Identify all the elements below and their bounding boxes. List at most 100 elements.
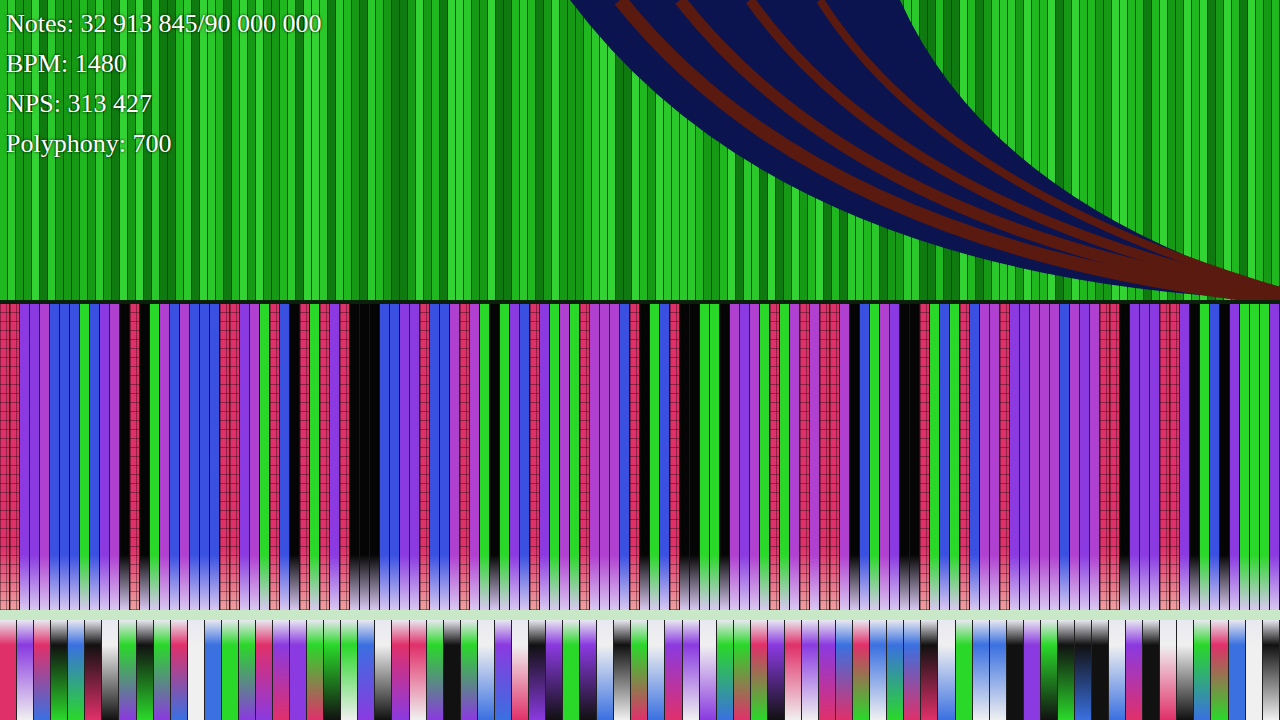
piano-key[interactable] [1229,620,1246,720]
piano-key[interactable] [921,620,938,720]
note-column [880,304,890,610]
piano-key[interactable] [717,620,734,720]
piano-key[interactable] [1058,620,1075,720]
piano-key[interactable] [341,620,358,720]
note-column [300,304,310,610]
piano-key[interactable] [461,620,478,720]
note-lane [1216,0,1224,300]
piano-key[interactable] [648,620,665,720]
piano-key[interactable] [904,620,921,720]
piano-key[interactable] [375,620,392,720]
piano-key[interactable] [119,620,136,720]
piano-key[interactable] [1007,620,1024,720]
piano-key[interactable] [1160,620,1177,720]
piano-key[interactable] [34,620,51,720]
note-column [600,304,610,610]
piano-key[interactable] [785,620,802,720]
piano-key[interactable] [683,620,700,720]
note-column [500,304,510,610]
piano-key[interactable] [154,620,171,720]
piano-key[interactable] [239,620,256,720]
piano-key[interactable] [256,620,273,720]
piano-key[interactable] [563,620,580,720]
piano-key[interactable] [529,620,546,720]
piano-key[interactable] [1041,620,1058,720]
piano-key[interactable] [700,620,717,720]
note-lane [600,0,608,300]
piano-key[interactable] [631,620,648,720]
note-column [1150,304,1160,610]
piano-key[interactable] [1024,620,1041,720]
note-lane [248,0,256,300]
note-column [1260,304,1270,610]
piano-key[interactable] [938,620,955,720]
piano-key[interactable] [887,620,904,720]
note-lane [568,0,576,300]
piano-key[interactable] [580,620,597,720]
piano-key[interactable] [51,620,68,720]
note-column [700,304,710,610]
piano-key[interactable] [68,620,85,720]
piano-key[interactable] [0,620,17,720]
note-column [170,304,180,610]
piano-key[interactable] [956,620,973,720]
piano-key[interactable] [597,620,614,720]
piano-key[interactable] [1194,620,1211,720]
piano-key[interactable] [290,620,307,720]
piano-key[interactable] [273,620,290,720]
piano-key[interactable] [205,620,222,720]
piano-key[interactable] [1246,620,1263,720]
piano-key[interactable] [171,620,188,720]
piano-key[interactable] [1075,620,1092,720]
piano-key[interactable] [137,620,154,720]
piano-key[interactable] [102,620,119,720]
piano-key[interactable] [802,620,819,720]
note-column [690,304,700,610]
piano-key[interactable] [870,620,887,720]
piano-key[interactable] [546,620,563,720]
piano-key[interactable] [853,620,870,720]
note-lane [208,0,216,300]
piano-key[interactable] [188,620,205,720]
piano-key[interactable] [1177,620,1194,720]
note-column [630,304,640,610]
note-column [820,304,830,610]
note-column [210,304,220,610]
piano-key[interactable] [734,620,751,720]
piano-key[interactable] [392,620,409,720]
note-column [1070,304,1080,610]
piano-key[interactable] [478,620,495,720]
piano-key[interactable] [495,620,512,720]
note-column [1090,304,1100,610]
piano-key[interactable] [1211,620,1228,720]
piano-key[interactable] [324,620,341,720]
piano-key[interactable] [85,620,102,720]
piano-key[interactable] [836,620,853,720]
piano-key[interactable] [614,620,631,720]
piano-key[interactable] [1109,620,1126,720]
piano-key[interactable] [427,620,444,720]
piano-key[interactable] [1263,620,1280,720]
note-lane [528,0,536,300]
piano-key[interactable] [990,620,1007,720]
piano-key[interactable] [973,620,990,720]
note-lane [448,0,456,300]
note-column [80,304,90,610]
piano-key[interactable] [819,620,836,720]
piano-key[interactable] [665,620,682,720]
piano-key[interactable] [1126,620,1143,720]
piano-key[interactable] [358,620,375,720]
piano-key[interactable] [751,620,768,720]
piano-key[interactable] [222,620,239,720]
note-column [1220,304,1230,610]
piano-key[interactable] [307,620,324,720]
piano-key[interactable] [1092,620,1109,720]
piano-key[interactable] [768,620,785,720]
piano-key[interactable] [1143,620,1160,720]
piano-key[interactable] [17,620,34,720]
piano-key[interactable] [444,620,461,720]
piano-key[interactable] [410,620,427,720]
note-lane [392,0,400,300]
note-column [190,304,200,610]
piano-key[interactable] [512,620,529,720]
